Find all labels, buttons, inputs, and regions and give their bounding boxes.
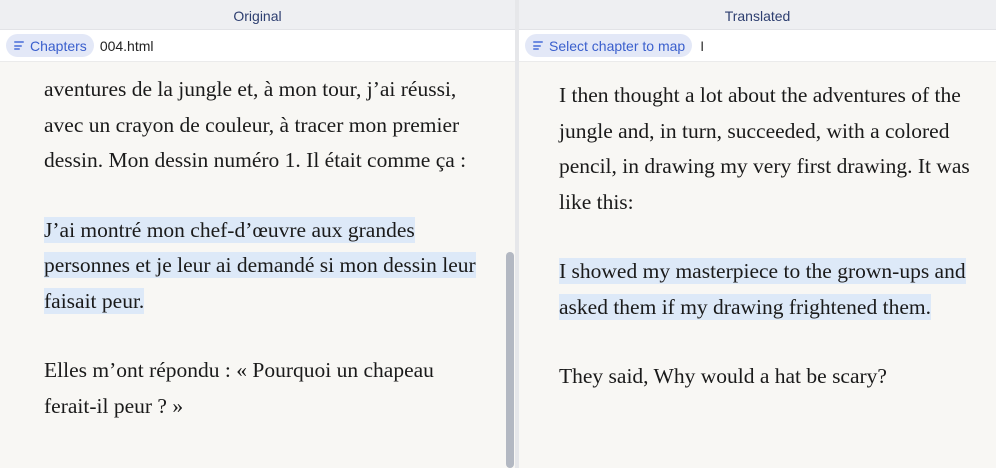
original-paragraph-1-text: aventures de la jungle et, à mon tour, j… bbox=[44, 77, 467, 172]
original-pane: Original Chapters 004.html aventures de … bbox=[0, 0, 515, 468]
original-paragraph-2-text: J’ai montré mon chef-d’œuvre aux grandes… bbox=[44, 216, 476, 314]
list-icon bbox=[533, 40, 543, 52]
text-cursor: I bbox=[700, 37, 705, 54]
translated-paragraph-3-text: They said, Why would a hat be scary? bbox=[559, 364, 887, 388]
translated-text: I then thought a lot about the adventure… bbox=[559, 78, 989, 429]
chapters-button[interactable]: Chapters bbox=[6, 34, 94, 57]
original-paragraph-2[interactable]: J’ai montré mon chef-d’œuvre aux grandes… bbox=[44, 213, 484, 320]
original-pane-header: Original bbox=[0, 0, 515, 30]
translated-pane-header: Translated bbox=[519, 0, 996, 30]
translated-paragraph-2-text: I showed my masterpiece to the grown-ups… bbox=[559, 258, 966, 320]
list-icon bbox=[14, 40, 24, 52]
original-text: aventures de la jungle et, à mon tour, j… bbox=[44, 72, 484, 458]
chapters-button-label: Chapters bbox=[30, 37, 87, 54]
translated-paragraph-1: I then thought a lot about the adventure… bbox=[559, 78, 989, 220]
select-chapter-button[interactable]: Select chapter to map bbox=[525, 34, 693, 57]
file-name: 004.html bbox=[99, 37, 154, 54]
translated-pane: Translated Select chapter to map I I the… bbox=[519, 0, 996, 468]
original-paragraph-1: aventures de la jungle et, à mon tour, j… bbox=[44, 72, 484, 179]
translated-paragraph-2[interactable]: I showed my masterpiece to the grown-ups… bbox=[559, 254, 989, 325]
translated-paragraph-1-text: I then thought a lot about the adventure… bbox=[559, 83, 970, 214]
original-paragraph-3-text: Elles m’ont répondu : « Pourquoi un chap… bbox=[44, 358, 434, 418]
translated-toolbar: Select chapter to map I bbox=[519, 30, 996, 62]
original-scrollbar[interactable] bbox=[506, 252, 514, 468]
translated-paragraph-3: They said, Why would a hat be scary? bbox=[559, 359, 989, 395]
original-paragraph-3: Elles m’ont répondu : « Pourquoi un chap… bbox=[44, 353, 484, 424]
original-toolbar: Chapters 004.html bbox=[0, 30, 515, 62]
select-chapter-button-label: Select chapter to map bbox=[549, 37, 686, 54]
